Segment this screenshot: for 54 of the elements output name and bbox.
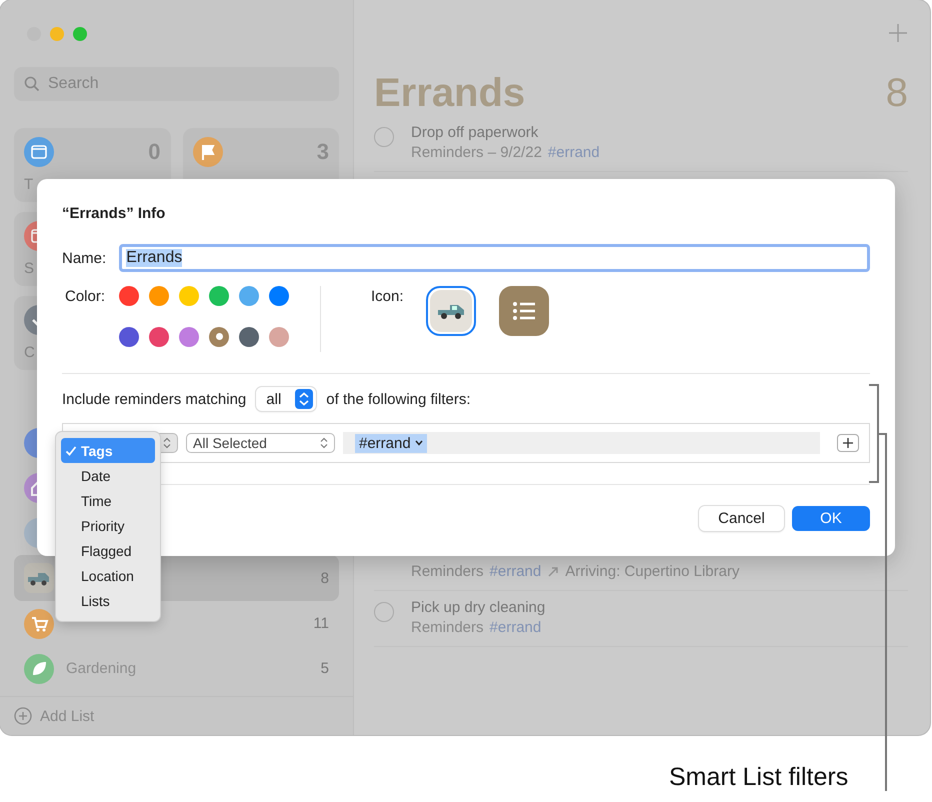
checkbox-circle[interactable] xyxy=(374,127,394,147)
search-field[interactable]: Search xyxy=(14,67,339,101)
list-icon[interactable] xyxy=(498,286,549,336)
checkbox-circle[interactable] xyxy=(374,602,394,622)
dialog-title: “Errands” Info xyxy=(62,205,166,222)
reminder-title: Pick up dry cleaning xyxy=(411,599,546,616)
color-swatch[interactable] xyxy=(209,286,230,306)
reminder-title: Drop off paperwork xyxy=(411,124,540,141)
plus-icon xyxy=(843,438,853,448)
location-text: Arriving: Cupertino Library xyxy=(565,563,740,580)
reminder-list-name: Reminders xyxy=(411,619,484,636)
list-count: 8 xyxy=(886,71,908,116)
match-suffix: of the following filters: xyxy=(326,390,471,408)
truck-icon[interactable] xyxy=(426,286,476,336)
match-popup[interactable]: all xyxy=(256,387,316,411)
stepper-icon xyxy=(295,389,314,409)
name-field[interactable]: Errands xyxy=(119,244,870,272)
menu-item[interactable]: Location xyxy=(61,563,155,588)
color-swatch[interactable] xyxy=(269,326,290,346)
menu-item[interactable]: Priority xyxy=(61,513,155,538)
reminder-list-name: Reminders xyxy=(411,563,484,580)
color-swatch[interactable] xyxy=(269,286,290,306)
callout-label: Smart List filters xyxy=(669,763,848,792)
color-swatch[interactable] xyxy=(119,286,140,306)
stepper-icon xyxy=(320,437,328,449)
color-swatch[interactable] xyxy=(179,286,200,306)
list-title: Errands xyxy=(374,71,526,116)
tag-field[interactable]: #errand xyxy=(343,432,820,454)
add-filter-button[interactable] xyxy=(837,434,859,452)
chevron-down-icon xyxy=(414,440,423,446)
color-swatch[interactable] xyxy=(149,326,170,346)
icon-label: Icon: xyxy=(371,287,404,307)
menu-item[interactable]: Time xyxy=(61,488,155,513)
cancel-button[interactable]: Cancel xyxy=(699,506,784,531)
color-swatch[interactable] xyxy=(179,326,200,346)
stepper-icon xyxy=(163,437,171,449)
add-icon xyxy=(14,707,32,725)
location-arrow-icon xyxy=(547,566,560,578)
color-swatch[interactable] xyxy=(239,326,260,346)
color-swatch[interactable] xyxy=(149,286,170,306)
tag-token[interactable]: #errand xyxy=(355,434,427,452)
operator-popup[interactable]: All Selected xyxy=(186,433,335,453)
add-icon[interactable] xyxy=(888,23,908,43)
color-swatch[interactable] xyxy=(209,326,230,346)
name-label: Name: xyxy=(62,250,106,266)
color-swatch[interactable] xyxy=(239,286,260,306)
match-label: Include reminders matching xyxy=(62,390,246,408)
color-swatch[interactable] xyxy=(119,326,140,346)
reminder-list-name: Reminders – 9/2/22 xyxy=(411,144,542,161)
zoom-button[interactable] xyxy=(73,27,87,41)
checkmark-icon xyxy=(65,444,77,456)
menu-item[interactable]: Date xyxy=(61,463,155,488)
color-label: Color: xyxy=(64,287,106,307)
ok-button[interactable]: OK xyxy=(792,506,870,531)
